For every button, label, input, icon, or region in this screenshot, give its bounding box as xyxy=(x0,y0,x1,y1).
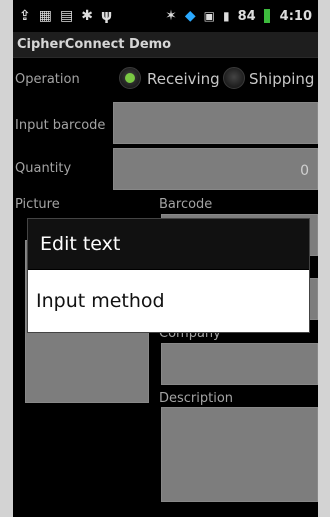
android-debug-icon: ✱ xyxy=(81,8,93,24)
battery-icon xyxy=(263,9,270,23)
barcode-app-icon: ▦ xyxy=(38,8,52,24)
battery-percent: 84 xyxy=(237,8,256,24)
company-field[interactable] xyxy=(161,343,318,385)
dialog-title: Edit text xyxy=(28,219,309,269)
receiving-radio[interactable] xyxy=(119,67,141,89)
upload-icon: ⇪ xyxy=(19,8,31,24)
description-field[interactable] xyxy=(161,407,318,502)
usb-icon: ψ xyxy=(100,8,113,24)
quantity-field[interactable]: 0 xyxy=(113,148,318,190)
barcode-label: Barcode xyxy=(159,197,213,212)
input-barcode-label: Input barcode xyxy=(15,118,106,133)
app-title-bar: CipherConnect Demo xyxy=(13,32,318,58)
operation-label: Operation xyxy=(15,72,80,87)
shipping-label[interactable]: Shipping xyxy=(249,70,314,88)
status-bar-left: ⇪ ▦ ▤ ✱ ψ xyxy=(13,9,112,23)
receiving-label[interactable]: Receiving xyxy=(147,70,220,88)
status-bar-right: ✶ ◆ ▣ ▮ 84 4:10 xyxy=(165,9,318,24)
bluetooth-icon: ✶ xyxy=(165,8,177,24)
status-time: 4:10 xyxy=(279,8,312,24)
quantity-value: 0 xyxy=(300,163,309,179)
device-screen: ⇪ ▦ ▤ ✱ ψ ✶ ◆ ▣ ▮ 84 4:10 CipherConnect … xyxy=(13,0,318,517)
edit-text-dialog: Edit text Input method xyxy=(27,218,310,333)
status-bar: ⇪ ▦ ▤ ✱ ψ ✶ ◆ ▣ ▮ 84 4:10 xyxy=(13,0,318,32)
quantity-label: Quantity xyxy=(15,161,72,176)
lock-icon: ▣ xyxy=(203,9,215,23)
sim-icon: ▤ xyxy=(59,8,74,24)
app-title: CipherConnect Demo xyxy=(17,37,172,52)
description-label: Description xyxy=(159,391,234,406)
picture-label: Picture xyxy=(15,197,60,212)
wifi-icon: ◆ xyxy=(184,8,196,24)
signal-icon: ▮ xyxy=(222,9,230,23)
shipping-radio[interactable] xyxy=(223,67,245,89)
input-barcode-field[interactable] xyxy=(113,102,318,144)
dialog-item-input-method[interactable]: Input method xyxy=(28,270,309,332)
